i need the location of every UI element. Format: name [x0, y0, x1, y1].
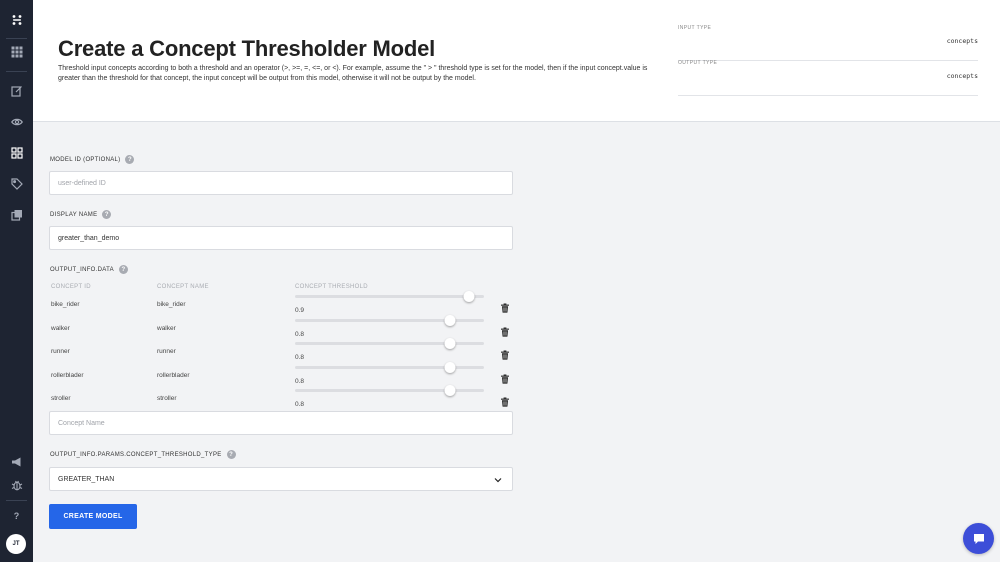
- threshold-slider[interactable]: [295, 291, 484, 302]
- threshold-value: 0.9: [295, 307, 305, 314]
- page-description: Threshold input concepts according to bo…: [58, 65, 648, 82]
- help-menu-icon[interactable]: ?: [0, 504, 33, 528]
- concept-name-placeholder: Concept Name: [58, 419, 105, 427]
- threshold-type-select[interactable]: GREATER_THAN: [49, 467, 513, 491]
- input-type-label: INPUT TYPE: [678, 25, 712, 31]
- models-icon[interactable]: [0, 141, 33, 165]
- model-id-label: MODEL ID (OPTIONAL) ?: [50, 155, 135, 164]
- input-type-block: INPUT TYPE concepts: [678, 25, 978, 61]
- avatar[interactable]: JT: [6, 534, 26, 554]
- slider-thumb[interactable]: [444, 385, 456, 396]
- model-id-placeholder: user-defined ID: [58, 179, 106, 187]
- sidebar: ? JT: [0, 0, 33, 562]
- display-name-label: DISPLAY NAME ?: [50, 210, 112, 219]
- edit-icon[interactable]: [0, 79, 33, 103]
- page-header: Create a Concept Thresholder Model Thres…: [33, 0, 1000, 122]
- slider-thumb[interactable]: [444, 315, 456, 326]
- concept-name-cell: runner: [157, 348, 176, 355]
- display-name-value: greater_than_demo: [58, 234, 120, 242]
- delete-concept-icon[interactable]: [500, 394, 510, 407]
- delete-concept-icon[interactable]: [500, 371, 510, 384]
- threshold-type-label: OUTPUT_INFO.PARAMS.CONCEPT_THRESHOLD_TYP…: [50, 450, 236, 459]
- chat-icon[interactable]: [963, 523, 994, 554]
- announcement-icon[interactable]: [0, 450, 33, 474]
- display-name-input[interactable]: greater_than_demo: [49, 226, 513, 250]
- bug-icon[interactable]: [0, 473, 33, 497]
- create-model-button[interactable]: CREATE MODEL: [49, 504, 137, 529]
- help-icon[interactable]: ?: [226, 450, 236, 459]
- threshold-value: 0.8: [295, 354, 305, 361]
- output-info-data-label-text: OUTPUT_INFO.DATA: [50, 266, 114, 273]
- slider-thumb[interactable]: [463, 291, 475, 302]
- delete-concept-icon[interactable]: [500, 347, 510, 360]
- concept-name-cell: rollerblader: [157, 372, 190, 379]
- threshold-type-label-text: OUTPUT_INFO.PARAMS.CONCEPT_THRESHOLD_TYP…: [50, 451, 222, 458]
- threshold-type-value: GREATER_THAN: [58, 475, 115, 483]
- output-type-block: OUTPUT TYPE concepts: [678, 60, 978, 96]
- help-menu-label: ?: [13, 511, 20, 521]
- concept-id-cell: walker: [51, 325, 70, 332]
- output-type-label: OUTPUT TYPE: [678, 60, 718, 66]
- model-id-input[interactable]: user-defined ID: [49, 171, 513, 195]
- sidebar-divider: [6, 38, 27, 39]
- collections-icon[interactable]: [0, 203, 33, 227]
- threshold-slider[interactable]: [295, 385, 484, 396]
- threshold-value: 0.8: [295, 378, 305, 385]
- concept-id-cell: runner: [51, 348, 70, 355]
- chevron-down-icon: [494, 478, 502, 483]
- slider-thumb[interactable]: [444, 338, 456, 349]
- concept-name-cell: walker: [157, 325, 176, 332]
- eye-icon[interactable]: [0, 110, 33, 134]
- concept-id-cell: rollerblader: [51, 372, 84, 379]
- output-type-value: concepts: [946, 72, 978, 80]
- output-info-data-label: OUTPUT_INFO.DATA ?: [50, 265, 128, 274]
- logo-icon[interactable]: [0, 8, 33, 32]
- threshold-slider[interactable]: [295, 315, 484, 326]
- threshold-value: 0.8: [295, 331, 305, 338]
- slider-thumb[interactable]: [444, 362, 456, 373]
- sidebar-divider: [6, 500, 27, 501]
- column-header-concept-threshold: CONCEPT THRESHOLD: [295, 284, 368, 290]
- concept-id-cell: stroller: [51, 395, 71, 402]
- concept-name-cell: bike_rider: [157, 301, 186, 308]
- concept-name-cell: stroller: [157, 395, 177, 402]
- column-header-concept-name: CONCEPT NAME: [157, 284, 209, 290]
- help-icon[interactable]: ?: [118, 265, 128, 274]
- concept-id-cell: bike_rider: [51, 301, 80, 308]
- help-icon[interactable]: ?: [125, 155, 135, 164]
- display-name-label-text: DISPLAY NAME: [50, 211, 98, 218]
- tag-icon[interactable]: [0, 172, 33, 196]
- help-icon[interactable]: ?: [102, 210, 112, 219]
- threshold-slider[interactable]: [295, 362, 484, 373]
- threshold-value: 0.8: [295, 401, 305, 408]
- concept-name-input[interactable]: Concept Name: [49, 411, 513, 435]
- sidebar-divider: [6, 71, 27, 72]
- input-type-value: concepts: [946, 37, 978, 45]
- model-id-label-text: MODEL ID (OPTIONAL): [50, 156, 121, 163]
- apps-grid-icon[interactable]: [0, 40, 33, 64]
- page-title: Create a Concept Thresholder Model: [58, 36, 436, 61]
- delete-concept-icon[interactable]: [500, 324, 510, 337]
- threshold-slider[interactable]: [295, 338, 484, 349]
- column-header-concept-id: CONCEPT ID: [51, 284, 91, 290]
- delete-concept-icon[interactable]: [500, 300, 510, 313]
